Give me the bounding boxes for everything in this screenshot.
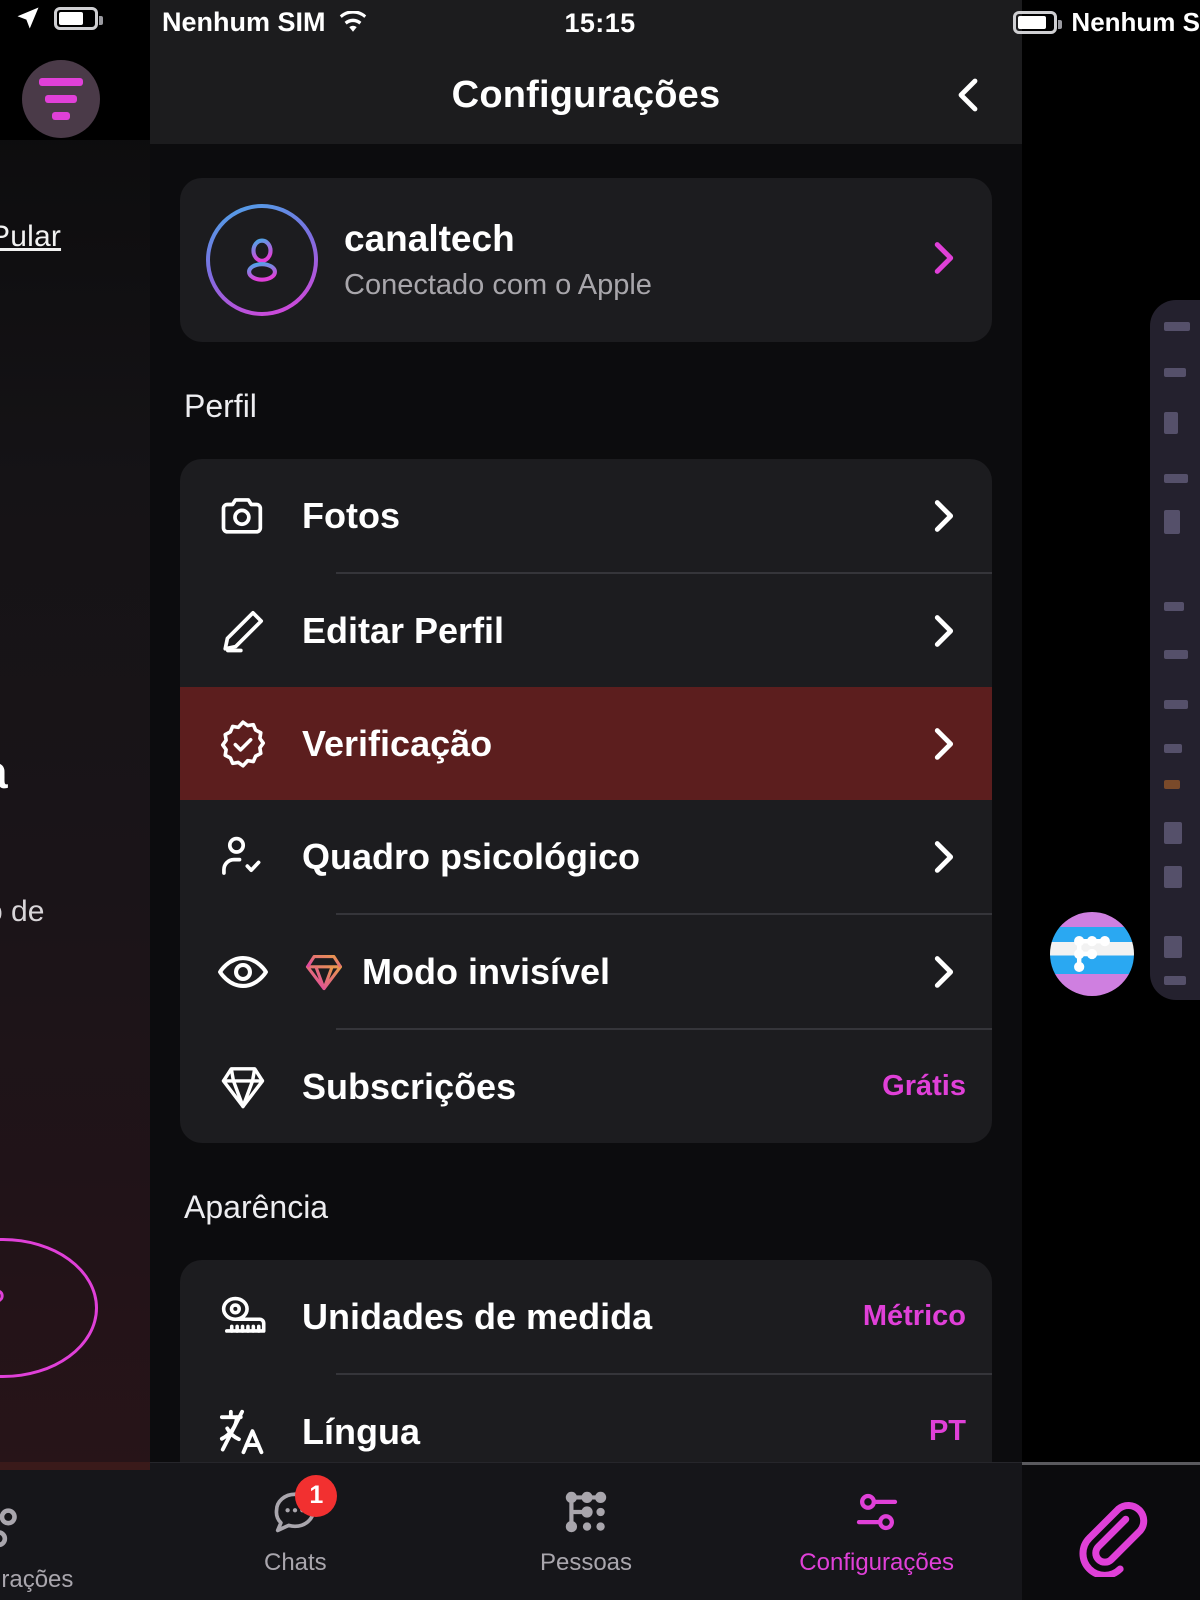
settings-row-label: Editar Perfil — [302, 609, 505, 651]
settings-row[interactable]: Modo invisível — [180, 915, 992, 1028]
settings-row-label-wrap: Subscrições — [302, 1066, 856, 1108]
diamond-gradient-icon — [302, 950, 346, 994]
settings-row[interactable]: Unidades de medida Métrico — [180, 1260, 992, 1373]
settings-screen: Configurações canaltech Conectado com o … — [150, 0, 1022, 1600]
chevron-right-icon — [920, 608, 966, 654]
pencil-icon — [210, 605, 276, 657]
profile-subtitle: Conectado com o Apple — [344, 268, 652, 301]
settings-row-value: Métrico — [862, 1300, 966, 1332]
settings-sections: Perfil Fotos Editar Perfil Verificação Quadr… — [150, 388, 1022, 1488]
settings-row-label-wrap: Fotos — [302, 495, 894, 537]
background-bottom-left-tab[interactable]: urações — [0, 1470, 150, 1600]
settings-row[interactable]: Subscrições Grátis — [180, 1030, 992, 1143]
background-right-panel — [1150, 300, 1200, 1000]
background-left-panel: Pular a o de ? — [0, 0, 150, 1600]
sliders-icon — [849, 1487, 905, 1537]
settings-row-label-wrap: Verificação — [302, 723, 894, 765]
section-title: Perfil — [184, 388, 257, 424]
background-avatar — [1050, 912, 1134, 996]
skip-link[interactable]: Pular — [0, 220, 61, 254]
settings-group: Unidades de medida Métrico Língua PT — [180, 1260, 992, 1488]
camera-icon — [210, 490, 276, 542]
settings-row-label-wrap: Unidades de medida — [302, 1296, 837, 1338]
settings-row-label: Quadro psicológico — [302, 835, 641, 877]
tab-configuracoes-label: Configurações — [799, 1548, 955, 1576]
settings-row-label: Verificação — [302, 722, 493, 764]
paperclip-icon[interactable] — [1068, 1493, 1152, 1577]
background-bottom-left-tab-label: urações — [0, 1566, 74, 1593]
network-graph-icon — [1074, 936, 1110, 972]
diamond-icon — [210, 1061, 276, 1113]
settings-row[interactable]: Fotos — [180, 459, 992, 572]
filter-icon-bar-2 — [45, 95, 77, 103]
background-text-fragment: o de — [0, 895, 45, 928]
background-circle-outline — [0, 1238, 98, 1378]
avatar — [206, 204, 318, 316]
settings-row[interactable]: Quadro psicológico — [180, 800, 992, 913]
background-heading-fragment: a — [0, 745, 8, 799]
battery-icon-right — [1013, 11, 1063, 34]
back-button[interactable] — [934, 60, 1004, 130]
chevron-right-icon — [920, 721, 966, 767]
settings-group: Fotos Editar Perfil Verificação Quadro psic… — [180, 459, 992, 1143]
chat-bubble-icon: 1 — [267, 1474, 338, 1537]
filter-icon-bar-3 — [52, 112, 70, 120]
tab-chats[interactable]: 1 Chats — [150, 1463, 441, 1600]
chevron-right-icon — [920, 949, 966, 995]
tape-measure-icon — [210, 1290, 276, 1344]
settings-content[interactable]: canaltech Conectado com o Apple Perfil Fo… — [150, 144, 1022, 1600]
settings-row-value: PT — [928, 1415, 966, 1447]
settings-row-value: Grátis — [882, 1070, 966, 1102]
settings-row-label-wrap: Quadro psicológico — [302, 836, 894, 878]
navigation-bar: Configurações — [150, 46, 1022, 144]
settings-row-label: Subscrições — [302, 1065, 517, 1107]
chevron-right-icon — [920, 834, 966, 880]
chevron-right-icon — [934, 241, 954, 274]
settings-row-label-wrap: Editar Perfil — [302, 610, 894, 652]
settings-row-label: Fotos — [302, 494, 400, 536]
profile-card[interactable]: canaltech Conectado com o Apple — [180, 178, 992, 342]
settings-row-label: Língua — [302, 1410, 420, 1452]
network-graph-icon — [558, 1487, 614, 1537]
verified-badge-icon — [210, 717, 276, 771]
chevron-right-icon — [920, 493, 966, 539]
sliders-icon — [0, 1500, 30, 1563]
person-check-icon — [210, 831, 276, 883]
settings-row-label-wrap: Modo invisível — [302, 950, 894, 994]
filter-icon-bar-1 — [39, 78, 83, 86]
background-attachment-bar[interactable] — [1022, 1462, 1200, 1600]
tab-configuracoes[interactable]: Configurações — [731, 1463, 1022, 1600]
settings-row-label: Unidades de medida — [302, 1295, 653, 1337]
chevron-left-icon — [958, 78, 978, 112]
settings-row-label-wrap: Língua — [302, 1411, 903, 1453]
section-title: Aparência — [184, 1189, 329, 1225]
chats-unread-badge: 1 — [295, 1474, 338, 1517]
filter-button[interactable] — [22, 60, 100, 138]
status-bar: Nenhum SIM 15:15 Nenhum S — [0, 0, 1200, 46]
background-circle-glyph: ? — [0, 1283, 5, 1322]
settings-row-label: Modo invisível — [362, 950, 611, 992]
tab-pessoas-label: Pessoas — [539, 1548, 633, 1576]
carrier-label-right: Nenhum S — [1071, 7, 1200, 37]
tab-chats-label: Chats — [263, 1548, 327, 1576]
user-avatar-icon — [247, 238, 277, 282]
tab-bar: 1 Chats Pessoas Configurações — [150, 1462, 1022, 1600]
eye-icon — [210, 945, 276, 999]
page-title: Configurações — [451, 73, 721, 116]
profile-name: canaltech — [344, 218, 515, 260]
settings-row[interactable]: Verificação — [180, 687, 992, 800]
tab-pessoas[interactable]: Pessoas — [441, 1463, 732, 1600]
profile-chevron[interactable] — [920, 235, 966, 286]
settings-row[interactable]: Editar Perfil — [180, 574, 992, 687]
translate-icon — [210, 1405, 276, 1459]
